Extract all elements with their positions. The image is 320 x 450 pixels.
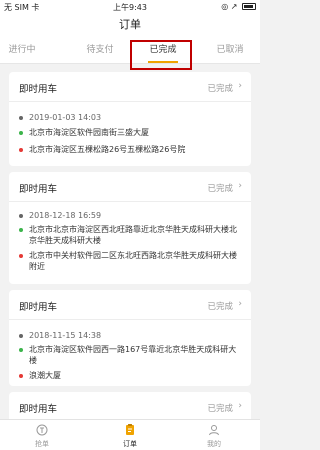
page-title: 订单	[0, 14, 260, 36]
time-dot-icon	[19, 214, 23, 218]
order-type: 即时用车	[19, 184, 58, 195]
order-status: 已完成	[207, 302, 233, 312]
order-icon	[126, 424, 134, 435]
start-address-text: 北京市海淀区软件园西一路167号靠近北京华胜天成科研大楼	[29, 345, 237, 365]
tabbar-label: 抢单	[35, 440, 49, 448]
card-header: 即时用车 已完成 ›	[9, 392, 251, 419]
tab-cancelled[interactable]: 已取消	[200, 36, 260, 64]
end-address-text: 北京市海淀区五棵松路26号五棵松路26号院	[29, 145, 186, 154]
card-header: 即时用车 已完成 ›	[9, 172, 251, 202]
tab-in-progress[interactable]: 进行中	[0, 36, 44, 64]
end-address-text: 浪潮大厦	[29, 371, 61, 380]
end-address: 北京市中关村软件园二区东北旺西路北京华胜天成科研大楼附近	[19, 250, 243, 272]
grab-order-icon	[36, 424, 48, 436]
start-address: 北京市海淀区软件园南街三盛大厦	[19, 127, 243, 138]
tabbar-order[interactable]: 订单	[100, 420, 160, 450]
start-address-text: 北京市海淀区软件园南街三盛大厦	[29, 128, 149, 137]
start-dot-icon	[19, 348, 23, 352]
end-address-text: 北京市中关村软件园二区东北旺西路北京华胜天成科研大楼附近	[29, 251, 237, 271]
end-address: 浪潮大厦	[19, 370, 243, 381]
order-time-text: 2018-12-18 16:59	[29, 211, 102, 220]
order-card[interactable]: 即时用车 已完成 ›	[9, 392, 251, 419]
battery-icon	[242, 3, 256, 10]
status-icons: ◎ ↗	[221, 2, 256, 11]
tabbar-profile[interactable]: 我的	[184, 420, 244, 450]
start-address: 北京市海淀区软件园西一路167号靠近北京华胜天成科研大楼	[19, 344, 243, 366]
order-status: 已完成	[207, 84, 233, 94]
end-dot-icon	[19, 148, 23, 152]
profile-icon	[209, 425, 219, 436]
order-type: 即时用车	[19, 404, 58, 415]
card-header: 即时用车 已完成 ›	[9, 290, 251, 320]
order-time: 2018-12-18 16:59	[19, 210, 243, 221]
tabbar-label: 订单	[123, 440, 137, 448]
order-card[interactable]: 即时用车 已完成 › 2018-11-15 14:38 北京市海淀区软件园西一路…	[9, 290, 251, 386]
order-card[interactable]: 即时用车 已完成 › 2018-12-18 16:59 北京市北京市海淀区西北旺…	[9, 172, 251, 284]
order-time-text: 2019-01-03 14:03	[29, 113, 102, 122]
status-bar: 无 SIM 卡 上午9:43 ◎ ↗	[0, 0, 260, 14]
order-type: 即时用车	[19, 302, 58, 313]
order-type: 即时用车	[19, 84, 58, 95]
tab-unpaid[interactable]: 待支付	[70, 36, 130, 64]
card-header: 即时用车 已完成 ›	[9, 72, 251, 102]
tabbar-label: 我的	[207, 440, 221, 448]
start-dot-icon	[19, 228, 23, 232]
chevron-right-icon: ›	[238, 401, 242, 411]
order-time-text: 2018-11-15 14:38	[29, 331, 102, 340]
start-dot-icon	[19, 131, 23, 135]
start-address: 北京市北京市海淀区西北旺路靠近北京华胜天成科研大楼北京华胜天成科研大楼	[19, 224, 243, 246]
order-card[interactable]: 即时用车 已完成 › 2019-01-03 14:03 北京市海淀区软件园南街三…	[9, 72, 251, 166]
chevron-right-icon: ›	[238, 181, 242, 191]
location-icon: ◎ ↗	[221, 2, 238, 11]
time-dot-icon	[19, 116, 23, 120]
chevron-right-icon: ›	[238, 81, 242, 91]
end-address: 北京市海淀区五棵松路26号五棵松路26号院	[19, 144, 243, 155]
bottom-tab-bar: 抢单 订单 我的	[0, 419, 260, 450]
order-time: 2018-11-15 14:38	[19, 330, 243, 341]
time-dot-icon	[19, 334, 23, 338]
end-dot-icon	[19, 374, 23, 378]
start-address-text: 北京市北京市海淀区西北旺路靠近北京华胜天成科研大楼北京华胜天成科研大楼	[29, 225, 237, 245]
order-time: 2019-01-03 14:03	[19, 112, 243, 123]
order-list: 即时用车 已完成 › 2019-01-03 14:03 北京市海淀区软件园南街三…	[0, 64, 260, 419]
order-status: 已完成	[207, 184, 233, 194]
end-dot-icon	[19, 254, 23, 258]
tabbar-grab-order[interactable]: 抢单	[12, 420, 72, 450]
order-status: 已完成	[207, 404, 233, 414]
chevron-right-icon: ›	[238, 299, 242, 309]
